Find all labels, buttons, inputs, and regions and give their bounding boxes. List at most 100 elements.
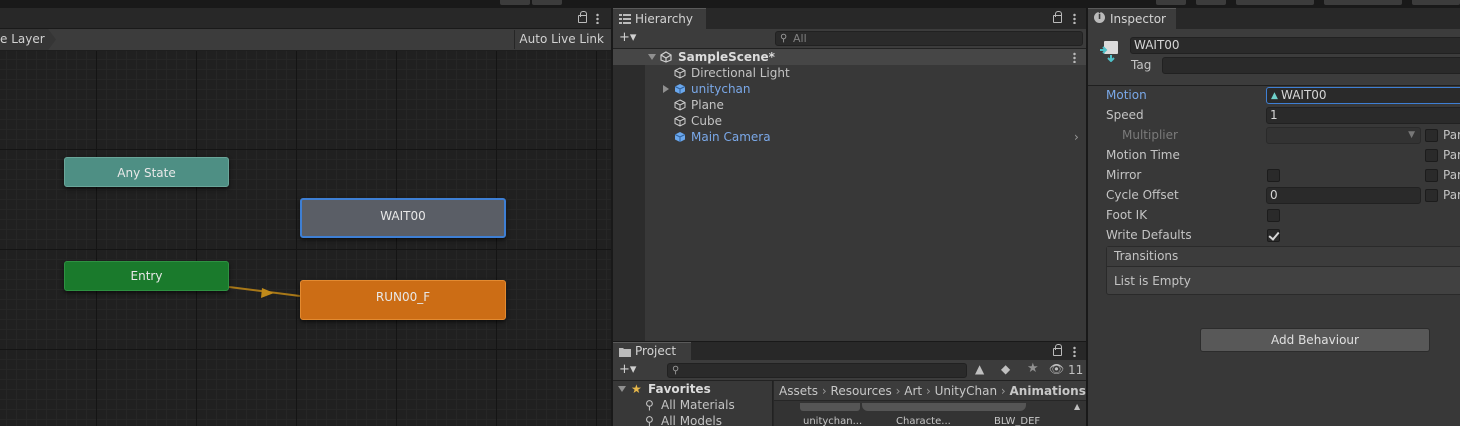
create-dropdown-button[interactable]: +▾ (619, 362, 636, 377)
hierarchy-item[interactable]: Main Camera › (613, 129, 1086, 145)
tab-project-label: Project (635, 344, 677, 358)
chevron-right-icon[interactable]: › (1074, 129, 1079, 145)
wait-state-node[interactable]: WAIT00 (300, 198, 506, 238)
multiplier-dropdown[interactable]: ▼ (1266, 127, 1421, 144)
scroll-up-arrow-icon[interactable]: ▲ (1074, 402, 1080, 411)
hierarchy-item-label: Main Camera (691, 130, 771, 144)
animator-tabbar (0, 8, 611, 29)
prefab-icon (674, 84, 686, 94)
any-state-node[interactable]: Any State (64, 157, 229, 187)
run-state-node[interactable]: RUN00_F (300, 280, 506, 320)
breadcrumb-item[interactable]: Resources (831, 384, 892, 398)
favorites-row[interactable]: ★ Favorites (613, 381, 773, 397)
lock-icon[interactable] (1053, 11, 1062, 23)
layer-breadcrumb[interactable]: e Layer (0, 29, 56, 50)
toolbar-button[interactable] (1412, 0, 1460, 5)
state-name-input[interactable]: WAIT00 (1130, 37, 1460, 54)
gameobject-icon (674, 67, 686, 79)
toolbar-button[interactable] (1236, 0, 1314, 5)
breadcrumb-item[interactable]: Assets (779, 384, 818, 398)
hierarchy-search-placeholder: All (793, 32, 807, 45)
expand-icon[interactable] (648, 54, 656, 60)
write-defaults-label: Write Defaults (1106, 228, 1192, 242)
breadcrumb-item[interactable]: Animations (1010, 384, 1086, 398)
toolbar-button[interactable] (532, 0, 562, 5)
mirror-checkbox[interactable] (1267, 169, 1280, 182)
folder-icon (619, 348, 631, 357)
project-search-input[interactable]: ⚲ (667, 363, 967, 378)
foot-ik-checkbox[interactable] (1267, 209, 1280, 222)
speed-label: Speed (1106, 108, 1144, 122)
motion-field[interactable]: ▲ WAIT00 (1266, 87, 1460, 104)
hierarchy-list-icon (619, 14, 631, 24)
tab-inspector[interactable]: i Inspector (1088, 8, 1176, 29)
scene-name: SampleScene* (678, 50, 775, 64)
foot-ik-label: Foot IK (1106, 208, 1148, 222)
hierarchy-search-input[interactable]: ⚲ All (775, 31, 1083, 46)
lock-icon[interactable] (1053, 344, 1062, 356)
project-breadcrumb: Assets › Resources › Art › UnityChan › A… (774, 381, 1086, 401)
breadcrumb-item[interactable]: Art (904, 384, 922, 398)
asset-thumbnail[interactable] (800, 403, 860, 411)
transition-arrow[interactable] (0, 51, 611, 426)
toolbar-button[interactable] (500, 0, 530, 5)
favorite-star-icon[interactable]: ★ (1027, 361, 1039, 376)
hierarchy-item[interactable]: Directional Light (613, 65, 1086, 81)
unity-scene-icon (660, 51, 672, 63)
speed-input[interactable]: 1 (1266, 107, 1460, 124)
tab-hierarchy[interactable]: Hierarchy (613, 8, 706, 29)
tag-label: Tag (1131, 58, 1152, 72)
mirror-parameter-checkbox[interactable] (1425, 169, 1438, 182)
hidden-packages-icon[interactable]: 👁 (1049, 362, 1064, 376)
tab-project[interactable]: Project (613, 342, 691, 360)
mirror-label: Mirror (1106, 168, 1142, 182)
favorite-item[interactable]: ⚲ All Materials (613, 397, 773, 413)
motion-time-parameter-checkbox[interactable] (1425, 149, 1438, 162)
hierarchy-item-label: Cube (691, 114, 722, 128)
asset-label[interactable]: BLW_DEF (994, 416, 1040, 426)
toolbar-button[interactable] (1156, 0, 1186, 5)
breadcrumb-item[interactable]: UnityChan (935, 384, 997, 398)
asset-thumbnail[interactable] (862, 403, 1026, 411)
animator-toolbar: e Layer Auto Live Link (0, 29, 611, 51)
add-behaviour-button[interactable]: Add Behaviour (1200, 328, 1430, 352)
auto-live-link-button[interactable]: Auto Live Link (514, 30, 608, 49)
tag-input[interactable] (1162, 57, 1460, 74)
write-defaults-checkbox[interactable] (1267, 229, 1280, 242)
parameter-label: Par (1443, 188, 1460, 202)
create-dropdown-button[interactable]: +▾ (619, 30, 636, 45)
hierarchy-item[interactable]: unitychan (613, 81, 1086, 97)
favorite-item-label: All Materials (661, 398, 735, 412)
hierarchy-item[interactable]: Plane (613, 97, 1086, 113)
entry-node[interactable]: Entry (64, 261, 229, 291)
favorite-item[interactable]: ⚲ All Models (613, 413, 773, 426)
parameter-label: Par (1443, 148, 1460, 162)
lock-icon[interactable] (578, 11, 587, 23)
cycle-offset-input[interactable]: 0 (1266, 187, 1421, 204)
project-tabbar: Project (613, 342, 1086, 360)
expand-icon[interactable] (618, 386, 626, 392)
collapse-icon[interactable] (663, 85, 669, 93)
hierarchy-item[interactable]: Cube (613, 113, 1086, 129)
scene-row[interactable]: SampleScene* (613, 49, 1086, 65)
animator-window: e Layer Auto Live Link Any State WAIT00 … (0, 8, 611, 426)
gameobject-icon (674, 99, 686, 111)
search-by-type-icon[interactable]: ▲ (975, 362, 984, 376)
hierarchy-item-label: Directional Light (691, 66, 790, 80)
toolbar-button[interactable] (1196, 0, 1226, 5)
search-icon: ⚲ (780, 33, 788, 44)
kebab-menu-icon[interactable] (1073, 13, 1076, 24)
kebab-menu-icon[interactable] (596, 13, 599, 24)
cycle-offset-parameter-checkbox[interactable] (1425, 189, 1438, 202)
scene-menu-icon[interactable] (1073, 52, 1076, 63)
toolbar-button[interactable] (1324, 0, 1402, 5)
search-by-label-icon[interactable]: ◆ (1001, 362, 1010, 376)
asset-label[interactable]: unitychan... (803, 416, 862, 426)
info-icon: i (1094, 12, 1105, 23)
asset-label[interactable]: Characte... (896, 416, 951, 426)
state-graph[interactable]: Any State WAIT00 Entry RUN00_F (0, 51, 611, 426)
cycle-offset-label: Cycle Offset (1106, 188, 1179, 202)
search-icon: ⚲ (645, 414, 654, 426)
kebab-menu-icon[interactable] (1073, 346, 1076, 357)
multiplier-parameter-checkbox[interactable] (1425, 129, 1438, 142)
